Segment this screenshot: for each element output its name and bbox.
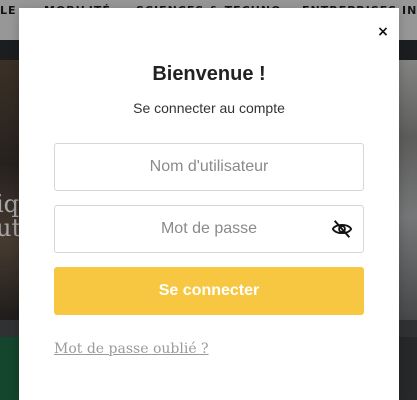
- close-button[interactable]: ×: [375, 24, 391, 40]
- modal-title: Bienvenue !: [152, 63, 266, 85]
- eye-slash-icon[interactable]: [331, 218, 353, 240]
- login-modal: × Bienvenue ! Se connecter au compte Se …: [19, 8, 399, 400]
- forgot-password-link[interactable]: Mot de passe oublié ?: [54, 341, 209, 357]
- password-field: [54, 205, 364, 253]
- username-input[interactable]: [55, 144, 363, 190]
- login-button[interactable]: Se connecter: [54, 267, 364, 315]
- modal-subtitle: Se connecter au compte: [133, 100, 285, 116]
- username-field: [54, 143, 364, 191]
- password-input[interactable]: [55, 206, 363, 252]
